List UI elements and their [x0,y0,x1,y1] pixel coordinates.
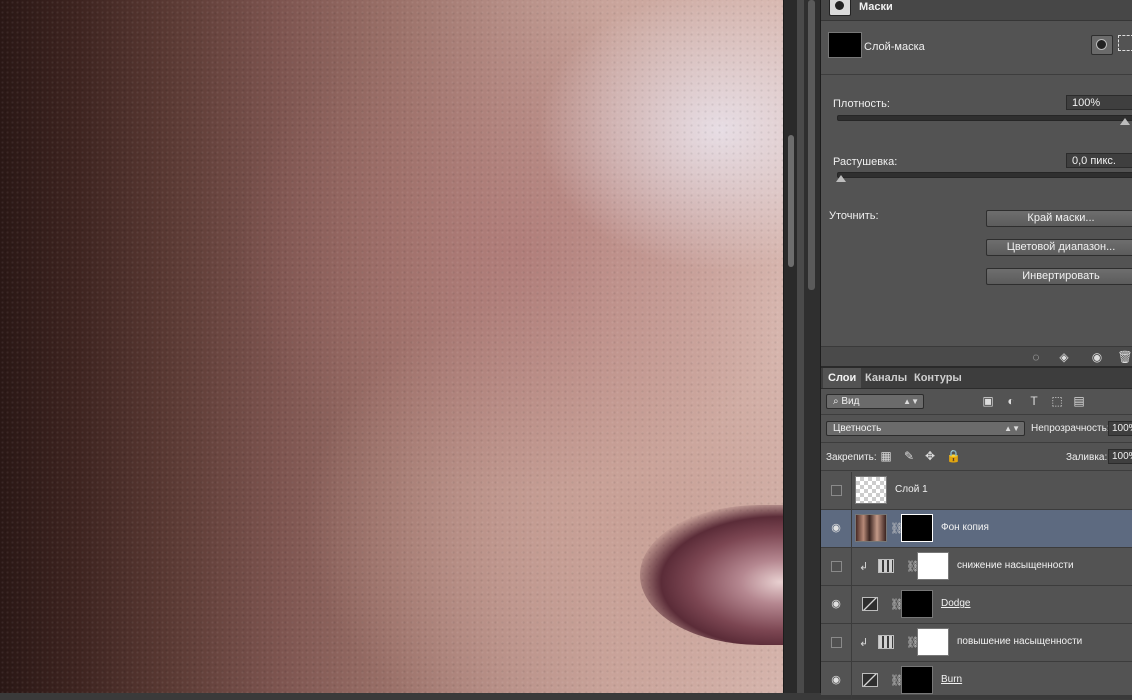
opacity-input[interactable]: 100% [1108,421,1132,436]
density-input[interactable]: 100% [1066,95,1132,110]
canvas-vertical-scrollbar[interactable] [783,0,798,693]
feather-input[interactable]: 0,0 пикс. [1066,153,1132,168]
panel-dock-strip [804,0,821,693]
select-arrows-icon: ▲▼ [903,397,919,406]
layer-filter-row: ⌕ Вид ▲▼ ▣ ◐ T ⬚ ▤ [821,390,1132,415]
mask-icon [829,0,851,16]
feather-slider[interactable] [836,172,1132,182]
row-divider [851,624,852,662]
color-range-button[interactable]: Цветовой диапазон... [986,239,1132,256]
layer-mask-thumbnail[interactable] [917,552,949,580]
visibility-toggle[interactable] [831,637,842,648]
mask-row: Слой-маска [821,22,1132,75]
density-slider[interactable] [837,115,1132,125]
layer-row[interactable]: Слой 1 [821,472,1132,510]
lock-brush-icon[interactable]: ✎ [902,449,916,463]
properties-header: Маски [821,0,1132,21]
filter-kind-select[interactable]: ⌕ Вид ▲▼ [826,394,924,409]
layer-mask-thumbnail[interactable] [917,628,949,656]
select-arrows-icon: ▲▼ [1004,424,1020,433]
blend-mode-select[interactable]: Цветность ▲▼ [826,421,1025,436]
layer-name[interactable]: снижение насыщенности [957,560,1074,571]
tab-channels[interactable]: Каналы [860,368,912,388]
row-divider [851,510,852,548]
layer-mask-thumbnail[interactable] [901,514,933,542]
feather-slider-knob[interactable] [836,175,846,182]
image-canvas[interactable] [0,0,783,693]
adjustment-filter-icon[interactable]: ◐ [1004,394,1018,408]
layer-thumbnail [855,476,887,504]
lock-row: Закрепить: ▦ ✎ ✥ 🔒 Заливка: 100% [821,444,1132,471]
type-filter-icon[interactable]: T [1027,394,1041,408]
apply-mask-icon[interactable]: ◈ [1056,349,1072,365]
eye-icon[interactable]: ◉ [829,673,843,687]
layer-name[interactable]: повышение насыщенности [957,636,1082,647]
dock-scroll-thumb[interactable] [808,0,815,290]
add-pixel-mask-button[interactable] [1091,35,1113,55]
layer-mask-thumbnail[interactable] [901,666,933,694]
hue-saturation-adjustment-icon [878,559,894,573]
properties-title: Маски [859,1,893,13]
tab-paths[interactable]: Контуры [909,368,967,388]
blend-mode-value: Цветность [833,423,882,434]
layers-panel: Слои Каналы Контуры ⌕ Вид ▲▼ ▣ ◐ T ⬚ ▤ Цв… [821,366,1132,700]
lock-all-icon[interactable]: 🔒 [946,449,961,463]
curves-adjustment-icon [862,673,878,687]
scrollbar-thumb[interactable] [788,135,794,267]
clipping-arrow-icon: ↲ [859,561,869,573]
load-selection-icon[interactable]: ◌ [1028,349,1044,365]
hue-saturation-adjustment-icon [878,635,894,649]
lock-transparent-icon[interactable]: ▦ [879,449,893,463]
layer-name[interactable]: Burn [941,674,962,685]
properties-footer: ◌ ◈ ◉ 🗑 [821,346,1132,367]
shape-filter-icon[interactable]: ⬚ [1050,394,1064,408]
panel-divider[interactable] [797,0,804,693]
layer-mask-thumbnail[interactable] [901,590,933,618]
curves-adjustment-icon [862,597,878,611]
tab-layers[interactable]: Слои [823,368,862,388]
layer-thumbnail [855,514,887,542]
eye-icon[interactable]: ◉ [1089,349,1105,365]
visibility-toggle[interactable] [831,485,842,496]
blend-row: Цветность ▲▼ Непрозрачность: 100% [821,416,1132,443]
filter-kind-value: Вид [841,396,860,407]
opacity-label: Непрозрачность: [1031,423,1110,434]
smart-object-filter-icon[interactable]: ▤ [1072,394,1086,408]
row-divider [851,548,852,586]
density-slider-knob[interactable] [1120,118,1130,125]
layer-name[interactable]: Слой 1 [895,484,928,495]
add-vector-mask-button[interactable] [1118,35,1132,51]
properties-panel: Маски Слой-маска Плотность: 100% Растуше… [821,0,1132,367]
fill-label: Заливка: [1066,452,1108,463]
row-divider [851,662,852,700]
invert-button[interactable]: Инвертировать [986,268,1132,285]
lock-label: Закрепить: [826,452,877,463]
trash-icon[interactable]: 🗑 [1117,349,1132,365]
layer-row-selected[interactable]: ◉ ⛓ Фон копия [821,510,1132,548]
refine-label: Уточнить: [829,210,879,222]
lock-move-icon[interactable]: ✥ [923,449,937,463]
mask-edge-button[interactable]: Край маски... [986,210,1132,227]
fill-input[interactable]: 100% [1108,449,1132,464]
mask-name: Слой-маска [864,41,925,53]
layer-row[interactable]: ↲ ⛓ повышение насыщенности [821,624,1132,662]
feather-label: Растушевка: [833,156,898,168]
mask-thumbnail [828,32,862,58]
density-label: Плотность: [833,98,890,110]
layers-tabbar: Слои Каналы Контуры [821,368,1132,389]
layer-row[interactable]: ◉ ⛓ Dodge [821,586,1132,624]
image-filter-icon[interactable]: ▣ [981,394,995,408]
visibility-toggle[interactable] [831,561,842,572]
eye-icon[interactable]: ◉ [829,597,843,611]
clipping-arrow-icon: ↲ [859,637,869,649]
layer-row[interactable]: ◉ ⛓ Burn [821,662,1132,700]
eye-icon[interactable]: ◉ [829,521,843,535]
layer-name[interactable]: Dodge [941,598,970,609]
row-divider [851,586,852,624]
layer-name[interactable]: Фон копия [941,522,989,533]
row-divider [851,472,852,510]
layer-row[interactable]: ↲ ⛓ снижение насыщенности [821,548,1132,586]
